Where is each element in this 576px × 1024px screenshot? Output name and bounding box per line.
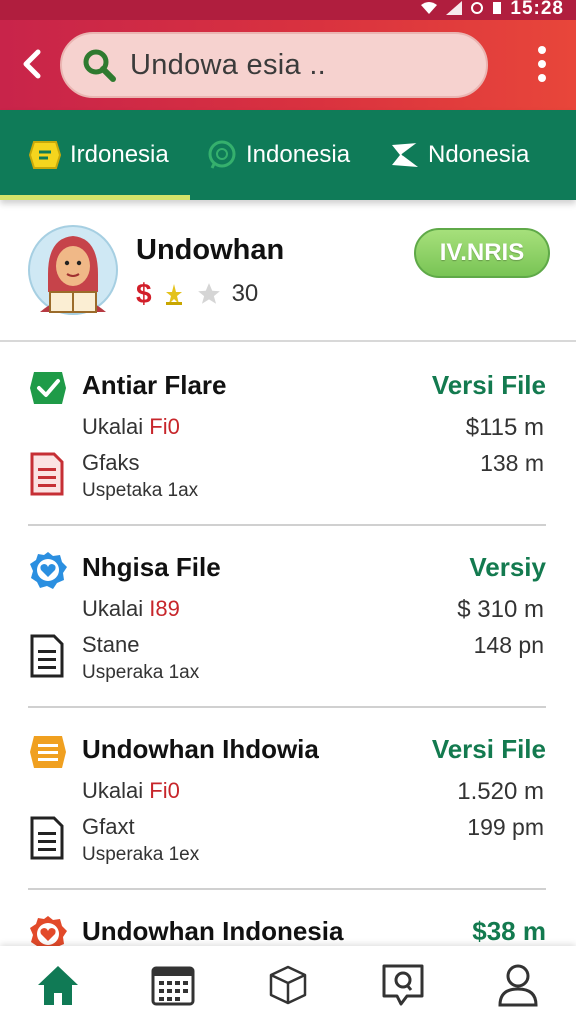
list-item[interactable]: Nhgisa File Versiy Ukalai I89 $ 310 m St… [0,526,576,708]
item-time: 199 pm [467,814,544,840]
nav-packages[interactable] [258,955,318,1015]
item-price: 1.520 m [457,778,544,805]
tab-label: Ndonesia [428,141,530,168]
app-header: 15:28 Undowa esia .. [0,0,576,110]
item-name: Gfaxt [82,814,135,839]
profile-card: Undowhan $ 30 IV.NRIS [0,200,576,342]
chat-search-icon [382,964,424,1006]
item-name: Gfaks [82,450,140,475]
rating-count: 30 [231,280,259,307]
status-time: 15:28 [510,0,564,19]
nav-home[interactable] [28,955,88,1015]
version-link[interactable]: Versiy [469,552,546,583]
item-time: 138 m [480,450,544,476]
battery-icon [492,0,502,20]
item-subtitle: Ukalai I89 [82,596,180,621]
item-title: Nhgisa File [82,552,221,582]
item-subtitle: Ukalai Fi0 [82,778,180,803]
item-time: 148 pn [473,632,544,658]
document-icon [30,816,64,860]
document-icon [30,634,64,678]
wifi-icon [420,0,438,20]
version-link[interactable]: Versi File [432,734,546,765]
more-options-button[interactable] [530,46,554,82]
search-input[interactable]: Undowa esia .. [60,32,488,98]
document-icon [30,452,64,496]
search-icon [83,49,116,82]
dollar-icon: $ [136,278,152,309]
tab-irdonesia[interactable]: Irdonesia [28,110,169,200]
profile-icon [498,964,538,1007]
item-price: $ 310 m [457,596,544,623]
check-badge-icon [30,372,66,404]
item-description: Usperaka 1ex [82,844,200,865]
calendar-icon [151,966,195,1006]
list-item[interactable]: Antiar Flare Versi File Ukalai Fi0 $115 … [0,344,576,526]
whatsapp-icon [208,140,236,169]
settings-small-icon [470,0,484,20]
cube-icon [269,965,307,1005]
tab-ndonesia[interactable]: Ndonesia [390,110,529,200]
bottom-navigation [0,946,576,1024]
search-text: Undowa esia .. [130,48,327,81]
back-button[interactable] [12,42,52,86]
item-title: Undowhan Ihdowia [82,734,319,764]
version-link[interactable]: Versi File [432,370,546,401]
list-badge-icon [30,736,66,768]
nav-calendar[interactable] [143,955,203,1015]
home-icon [37,966,78,1005]
tab-label: Indonesia [246,141,351,168]
item-title: Antiar Flare [82,370,227,400]
item-name: Stane [82,632,140,657]
list-item[interactable]: Undowhan Ihdowia Versi File Ukalai Fi0 1… [0,708,576,890]
nav-profile[interactable] [488,955,548,1015]
more-vertical-icon [538,46,546,54]
heart-badge-icon [30,552,67,589]
status-badge-button[interactable]: IV.NRIS [414,228,550,278]
item-description: Usperaka 1ax [82,662,200,683]
trophy-icon [165,284,182,305]
item-price-link[interactable]: $38 m [472,916,546,947]
tab-bar: Irdonesia Indonesia Ndonesia [0,110,576,200]
nav-messages[interactable] [373,955,433,1015]
chat-badge-icon [28,141,62,169]
star-icon [197,283,220,304]
signal-icon [446,0,463,20]
profile-stats: $ 30 [136,278,258,310]
tab-indonesia[interactable]: Indonesia [206,110,350,200]
item-subtitle: Ukalai Fi0 [82,414,180,439]
avatar[interactable] [28,222,118,318]
item-description: Uspetaka 1ax [82,480,199,501]
send-icon [392,142,419,167]
profile-name: Undowhan [136,234,285,266]
tab-label: Irdonesia [70,141,169,168]
item-price: $115 m [465,414,544,441]
item-title: Undowhan Indonesia [82,916,344,946]
status-bar: 15:28 [0,0,576,20]
back-arrow-icon [23,49,41,79]
